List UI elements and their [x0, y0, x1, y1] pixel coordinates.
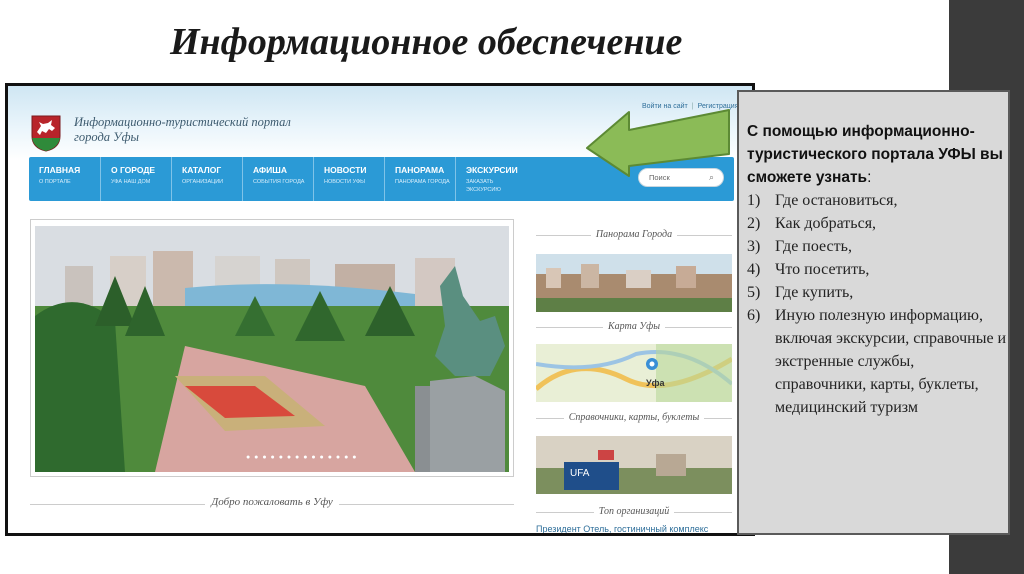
nav-sublabel: ОРГАНИЗАЦИИ — [182, 179, 224, 185]
slide-title: Информационное обеспечение — [170, 21, 683, 63]
nav-sublabel: УФА НАШ ДОМ — [111, 179, 151, 185]
nav-label: АФИША — [253, 165, 287, 175]
nav-item-news[interactable]: НОВОСТИ НОВОСТИ УФЫ — [313, 157, 384, 201]
nav-label: ГЛАВНАЯ — [39, 165, 81, 175]
welcome-heading: Добро пожаловать в Уфу — [30, 496, 514, 508]
nav-label: О ГОРОДЕ — [111, 165, 156, 175]
info-list: 1) Где остановиться, 2) Как добраться, 3) Г… — [747, 189, 1008, 419]
nav-label: КАТАЛОГ — [182, 165, 222, 175]
guides-thumbnail[interactable]: UFA — [536, 436, 732, 494]
nav-item-about-city[interactable]: О ГОРОДЕ УФА НАШ ДОМ — [100, 157, 171, 201]
nav-sublabel: ПАНОРАМА ГОРОДА — [395, 179, 450, 185]
nav-item-catalog[interactable]: КАТАЛОГ ОРГАНИЗАЦИИ — [171, 157, 242, 201]
nav-label: ЭКСКУРСИИ — [466, 165, 518, 175]
nav-label: НОВОСТИ — [324, 165, 367, 175]
map-heading: Карта Уфы — [536, 321, 732, 332]
list-item: 2) Как добраться, — [747, 215, 877, 232]
list-item: 5) Где купить, — [747, 284, 854, 301]
nav-sublabel: СОБЫТИЯ ГОРОДА — [253, 179, 305, 185]
city-map-thumbnail[interactable]: Уфа — [536, 344, 732, 402]
list-item: 6) Иную полезную информацию, включая экск… — [747, 307, 1007, 416]
nav-item-excursions[interactable]: ЭКСКУРСИИ ЗАКАЗАТЬ ЭКСКУРСИЮ — [455, 157, 535, 201]
list-item: 1) Где остановиться, — [747, 192, 898, 209]
nav-sublabel: О ПОРТАЛЕ — [39, 179, 71, 185]
guide-banner-text: UFA — [570, 468, 590, 479]
ufa-coat-of-arms-icon — [31, 115, 61, 152]
nav-sublabel: НОВОСТИ УФЫ — [324, 179, 366, 185]
map-city-label: Уфа — [646, 378, 665, 388]
info-lead: С помощью информационно-туристического п… — [747, 123, 1003, 186]
panorama-thumbnail[interactable] — [536, 254, 732, 312]
nav-sublabel: ЗАКАЗАТЬ ЭКСКУРСИЮ — [466, 179, 501, 193]
slider-dots[interactable]: ● ● ● ● ● ● ● ● ● ● ● ● ● ● — [246, 454, 357, 461]
list-item: 4) Что посетить, — [747, 261, 870, 278]
info-panel: С помощью информационно-туристического п… — [737, 90, 1010, 535]
top-orgs-heading: Топ организаций — [536, 506, 732, 517]
panorama-heading: Панорама Города — [536, 229, 732, 240]
pointer-arrow-icon — [586, 109, 730, 177]
nav-item-panorama[interactable]: ПАНОРАМА ПАНОРАМА ГОРОДА — [384, 157, 455, 201]
top-org-link[interactable]: Президент Отель, гостиничный комплекс — [536, 524, 708, 533]
portal-title: Информационно-туристический портал город… — [74, 115, 291, 144]
ufa-city-photo — [35, 226, 509, 472]
nav-label: ПАНОРАМА — [395, 165, 445, 175]
photo-slider[interactable] — [30, 219, 514, 477]
nav-item-events[interactable]: АФИША СОБЫТИЯ ГОРОДА — [242, 157, 313, 201]
list-item: 3) Где поесть, — [747, 238, 852, 255]
nav-item-home[interactable]: ГЛАВНАЯ О ПОРТАЛЕ — [29, 157, 100, 201]
guides-heading: Справочники, карты, буклеты — [536, 412, 732, 423]
